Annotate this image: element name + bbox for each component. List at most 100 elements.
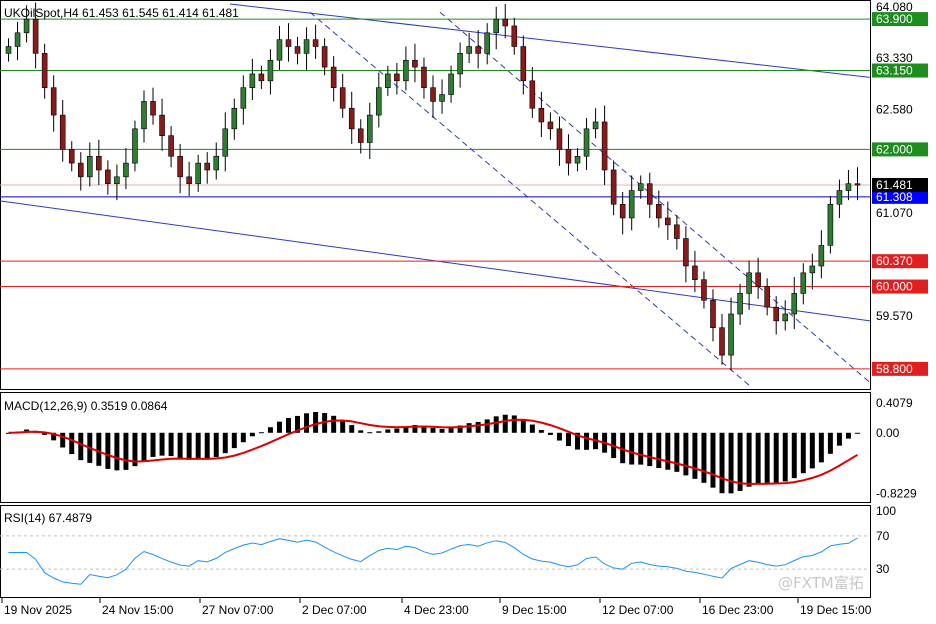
candle-body	[538, 107, 545, 123]
macd-bar	[746, 432, 752, 487]
macd-bar	[340, 419, 346, 433]
candle-body	[574, 155, 581, 164]
candle-body	[105, 169, 111, 184]
macd-bar	[782, 432, 788, 482]
macd-bar	[647, 432, 653, 467]
candle-body	[764, 286, 770, 308]
candle-body	[728, 313, 734, 356]
candle-body	[87, 155, 93, 178]
current-price-tag: 61.481	[876, 178, 913, 192]
candle-body	[14, 32, 21, 47]
macd-bar	[141, 432, 147, 461]
candle-body	[854, 183, 861, 186]
macd-bar	[159, 432, 165, 456]
candle-body	[592, 121, 599, 130]
candle-body	[637, 183, 644, 191]
macd-bar	[114, 432, 120, 471]
candle-body	[357, 128, 364, 143]
candle-body	[836, 190, 843, 205]
time-label: 9 Dec 15:00	[502, 603, 567, 617]
macd-bar	[367, 432, 373, 434]
macd-bar	[475, 421, 481, 433]
watermark: @FXTM富拓	[778, 574, 864, 592]
candle-body	[159, 114, 165, 136]
candle-body	[674, 224, 680, 239]
candle-body	[231, 107, 238, 130]
main-panel-frame	[0, 0, 871, 390]
time-label: 16 Dec 23:00	[702, 603, 774, 617]
price-tick: 61.070	[876, 206, 913, 220]
candle-body	[403, 59, 409, 82]
macd-bar	[213, 432, 219, 458]
macd-bar	[773, 432, 779, 483]
candle-body	[141, 101, 147, 130]
candle-body	[258, 73, 265, 82]
level-tag-63.150: 63.150	[876, 64, 913, 78]
price-tick: 62.580	[876, 103, 913, 117]
candle-body	[114, 176, 120, 184]
time-label: 4 Dec 23:00	[404, 603, 469, 617]
macd-bar	[168, 432, 174, 457]
macd-bar	[493, 416, 499, 433]
macd-bar	[394, 428, 400, 433]
trading-chart[interactable]: UKOilSpot,H4 61.453 61.545 61.414 61.481…	[0, 0, 936, 624]
candle-body	[150, 101, 156, 116]
macd-bar	[845, 432, 851, 439]
candle-body	[746, 272, 752, 294]
candle-body	[41, 53, 48, 88]
candle-body	[77, 162, 84, 178]
level-tag-60.000: 60.000	[876, 280, 913, 294]
candle-body	[348, 107, 355, 130]
macd-bar	[547, 432, 553, 435]
candle-body	[457, 53, 463, 75]
candle-body	[809, 265, 816, 274]
level-tag-58.800: 58.800	[876, 362, 913, 376]
macd-bar	[719, 432, 725, 494]
candle-body	[556, 128, 563, 150]
macd-bar	[836, 432, 842, 446]
candle-body	[50, 87, 57, 116]
candle-body	[782, 313, 789, 322]
macd-bar	[231, 432, 237, 449]
candle-body	[511, 25, 518, 47]
candle-body	[827, 203, 834, 246]
macd-bar	[240, 432, 246, 443]
macd-bar	[222, 432, 228, 454]
candle-body	[520, 46, 527, 82]
candle-body	[665, 217, 671, 226]
candle-body	[276, 39, 283, 61]
macd-tick: 0.4079	[876, 396, 913, 410]
candle-body	[719, 327, 725, 356]
candle-body	[493, 18, 500, 34]
time-label: 19 Dec 15:00	[800, 603, 872, 617]
candle-body	[123, 162, 129, 178]
macd-bar	[313, 412, 319, 433]
macd-bar	[439, 428, 445, 433]
macd-bar	[511, 415, 517, 433]
candle-body	[321, 46, 328, 68]
macd-bar	[683, 432, 689, 476]
candle-body	[366, 114, 373, 143]
macd-bar	[629, 432, 635, 465]
time-label: 12 Dec 07:00	[602, 603, 674, 617]
rsi-tick: 70	[876, 529, 890, 543]
macd-bar	[827, 432, 833, 454]
candle-body	[330, 66, 337, 88]
candle-body	[394, 73, 400, 82]
macd-bar	[692, 432, 698, 479]
candle-body	[439, 94, 445, 102]
candle-body	[484, 32, 490, 54]
time-label: 24 Nov 15:00	[102, 603, 174, 617]
time-label: 19 Nov 2025	[4, 603, 72, 617]
candle-body	[294, 46, 301, 54]
macd-bar	[349, 425, 355, 433]
macd-bar	[304, 413, 310, 433]
macd-bar	[286, 418, 291, 433]
candle-body	[683, 238, 689, 267]
macd-bar	[358, 430, 364, 433]
candle-body	[32, 18, 39, 54]
candle-body	[412, 59, 418, 68]
candle-body	[421, 66, 427, 88]
candle-body	[23, 18, 30, 34]
macd-bar	[656, 432, 662, 469]
